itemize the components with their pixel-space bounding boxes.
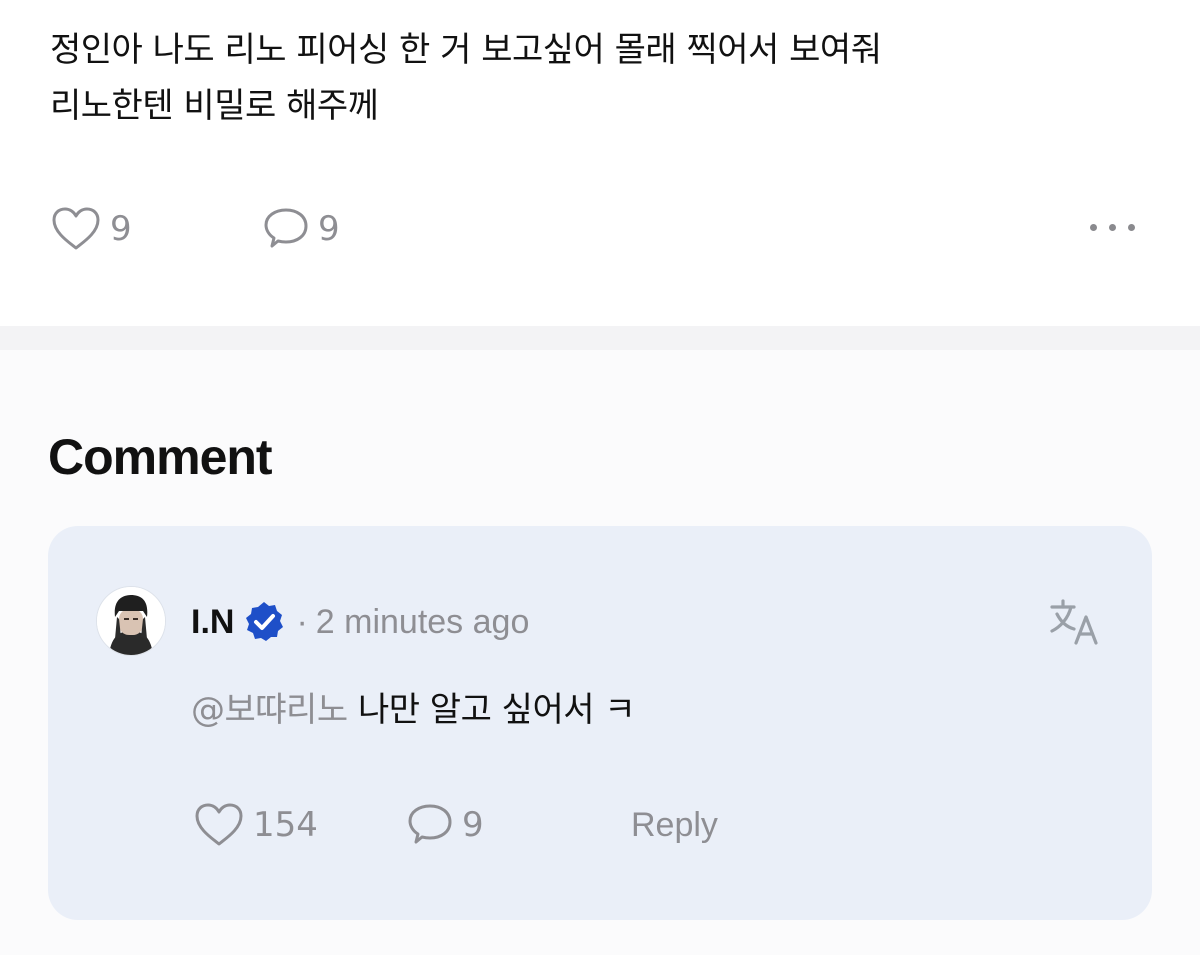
avatar[interactable] bbox=[96, 586, 166, 656]
comment-text: @보땨리노 나만 알고 싶어서 ㅋ bbox=[191, 682, 636, 731]
verified-badge-icon bbox=[246, 602, 284, 641]
comments-section-title: Comment bbox=[48, 429, 273, 485]
section-divider bbox=[0, 326, 1200, 350]
heart-outline-icon bbox=[195, 803, 243, 846]
more-horizontal-icon bbox=[1128, 224, 1135, 231]
comment-body: 나만 알고 싶어서 ㅋ bbox=[357, 690, 636, 730]
more-horizontal-icon bbox=[1090, 224, 1097, 231]
reply-button[interactable]: Reply bbox=[631, 806, 718, 845]
post-text-line: 리노한텐 비밀로 해주께 bbox=[50, 86, 379, 126]
translate-icon bbox=[1050, 599, 1098, 645]
avatar-image bbox=[97, 587, 165, 655]
post-comment-count: 9 bbox=[318, 209, 340, 249]
post-like-button[interactable]: 9 bbox=[50, 206, 132, 252]
meta-separator: · bbox=[296, 602, 308, 641]
more-horizontal-icon bbox=[1109, 224, 1116, 231]
comment-reply-count-button[interactable]: 9 bbox=[406, 802, 484, 848]
post-comment-button[interactable]: 9 bbox=[262, 206, 340, 252]
comment-header: I.N · 2 minutes ago bbox=[191, 600, 529, 644]
comment-card: I.N · 2 minutes ago @보땨리노 나만 알고 싶어서 ㅋ 15 bbox=[48, 526, 1152, 920]
more-options-button[interactable] bbox=[1090, 224, 1135, 231]
comment-like-count: 154 bbox=[253, 805, 318, 845]
speech-bubble-icon bbox=[408, 804, 452, 844]
post-like-count: 9 bbox=[110, 209, 132, 249]
comment-timestamp: 2 minutes ago bbox=[315, 602, 530, 641]
translate-button[interactable] bbox=[1048, 597, 1102, 654]
post-card: 정인아 나도 리노 피어싱 한 거 보고싶어 몰래 찍어서 보여줘 리노한텐 비… bbox=[0, 0, 1200, 326]
heart-outline-icon bbox=[52, 207, 100, 250]
post-body: 정인아 나도 리노 피어싱 한 거 보고싶어 몰래 찍어서 보여줘 리노한텐 비… bbox=[50, 22, 1150, 134]
comment-like-button[interactable]: 154 bbox=[193, 802, 318, 848]
comment-reply-count: 9 bbox=[462, 805, 484, 845]
user-mention[interactable]: @보땨리노 bbox=[191, 690, 348, 730]
author-name[interactable]: I.N bbox=[191, 603, 234, 642]
post-text-line: 정인아 나도 리노 피어싱 한 거 보고싶어 몰래 찍어서 보여줘 bbox=[50, 30, 882, 70]
speech-bubble-icon bbox=[264, 208, 308, 248]
